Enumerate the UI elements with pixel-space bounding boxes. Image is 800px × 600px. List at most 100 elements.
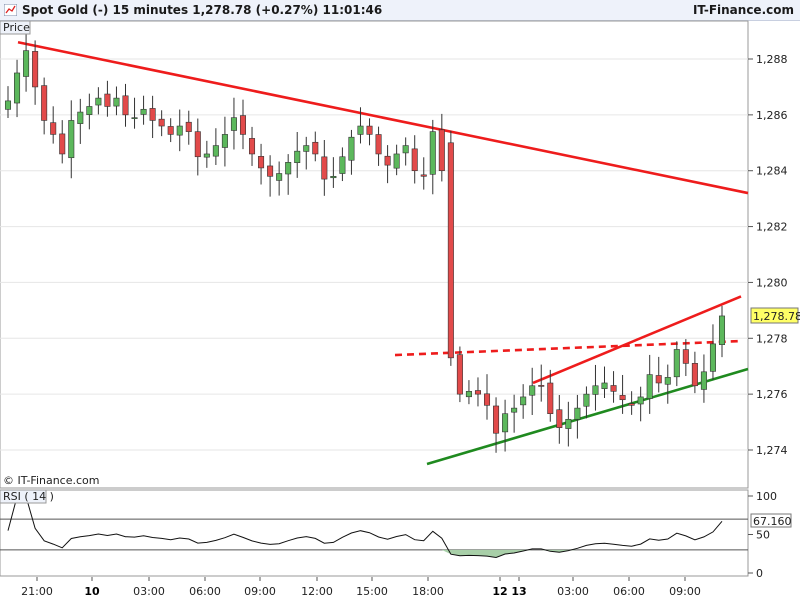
price-tick-label: 1,286: [756, 109, 788, 122]
candle-body: [131, 117, 138, 119]
candle-body: [384, 155, 391, 166]
candle-body: [77, 111, 84, 124]
x-tick-label: 06:00: [613, 585, 645, 598]
candle-body: [429, 131, 436, 175]
x-tick-label: 12:00: [301, 585, 333, 598]
x-tick-label: 13: [511, 585, 526, 598]
candle-body: [285, 162, 292, 175]
candle-body: [23, 50, 30, 77]
price-panel-label: Price: [3, 21, 30, 34]
candle-body: [167, 126, 174, 135]
candle-body: [140, 108, 147, 115]
x-tick-label: 03:00: [133, 585, 165, 598]
candle-body: [646, 374, 653, 399]
candle-body: [574, 407, 581, 420]
copyright: © IT-Finance.com: [3, 474, 100, 487]
rsi-panel-label: RSI ( 14 ): [3, 490, 54, 503]
candle-body: [565, 418, 572, 429]
candle-body: [637, 396, 644, 405]
price-y-axis: 1,288 1,286 1,284 1,282 1,280 1,278 1,276 1,274: [748, 53, 788, 457]
candle-body: [303, 145, 310, 152]
candle-body: [4, 100, 12, 110]
candle-body: [221, 134, 228, 148]
candle-body: [258, 156, 265, 169]
candle-body: [203, 153, 210, 158]
candle-body: [420, 174, 427, 177]
candle-body: [447, 142, 454, 359]
candle-body: [14, 72, 21, 104]
candle-body: [339, 156, 346, 174]
rsi-tick-label: 100: [756, 490, 777, 503]
candle-body: [113, 97, 120, 107]
candle-body: [583, 393, 590, 407]
candle-body: [249, 138, 256, 155]
price-tick-label: 1,278: [756, 332, 788, 345]
candle-body: [484, 393, 491, 406]
candle-body: [230, 117, 237, 131]
candle-body: [709, 343, 716, 372]
last-price-label: 1,278.78: [753, 310, 800, 323]
price-tick-label: 1,288: [756, 53, 788, 66]
candle-body: [682, 349, 689, 364]
candle-body: [393, 153, 400, 169]
candle-body: [50, 122, 57, 135]
candle-body: [68, 120, 75, 159]
price-plot-area[interactable]: [0, 20, 749, 489]
candle-body: [348, 136, 355, 161]
candle-body: [149, 108, 156, 121]
candle-body: [122, 95, 129, 116]
rsi-y-axis: 100 50 0: [748, 490, 777, 580]
x-tick-label: 06:00: [189, 585, 221, 598]
candle-body: [185, 121, 192, 132]
candle-body: [664, 377, 671, 385]
rsi-tick-label: 50: [756, 529, 770, 542]
candle-body: [718, 315, 726, 345]
candle-body: [520, 396, 527, 406]
candle-body: [366, 125, 373, 135]
candle-body: [673, 349, 680, 378]
x-tick-label: 21:00: [21, 585, 53, 598]
candle-body: [294, 150, 301, 164]
x-tick-label: 09:00: [244, 585, 276, 598]
candle-body: [456, 354, 463, 395]
candle-body: [95, 97, 102, 106]
price-tick-label: 1,280: [756, 276, 788, 289]
candle-body: [176, 125, 183, 136]
x-tick-label: 03:00: [557, 585, 589, 598]
price-tick-label: 1,276: [756, 388, 788, 401]
candle-body: [529, 385, 536, 396]
rsi-plot-area[interactable]: [0, 489, 749, 577]
x-tick-label: 15:00: [356, 585, 388, 598]
candle-body: [655, 375, 662, 384]
candle-body: [619, 395, 626, 401]
x-tick-label: 09:00: [669, 585, 701, 598]
candle-body: [628, 403, 635, 406]
candle: [456, 346, 463, 403]
price-tick-label: 1,282: [756, 221, 788, 234]
candle-body: [556, 409, 563, 428]
candle-body: [330, 176, 337, 179]
candle-body: [411, 148, 418, 172]
candle-body: [601, 382, 608, 389]
price-tick-label: 1,274: [756, 444, 788, 457]
candle-body: [610, 385, 617, 392]
candle-body: [194, 131, 201, 158]
candle-body: [402, 145, 409, 154]
candle-body: [59, 133, 66, 155]
x-tick-label: 18:00: [412, 585, 444, 598]
candle-body: [86, 106, 93, 115]
candle-body: [375, 134, 382, 155]
x-tick-label: 12: [492, 585, 507, 598]
candle-body: [158, 118, 165, 127]
price-tick-label: 1,284: [756, 165, 788, 178]
candle-body: [538, 385, 545, 387]
chart-canvas: 1,288 1,286 1,284 1,282 1,280 1,278 1,276 1,274…: [0, 20, 800, 598]
candle-body: [267, 165, 274, 177]
candle-body: [592, 385, 599, 395]
candle-body: [465, 391, 472, 398]
candle-body: [321, 156, 328, 180]
candle-body: [502, 413, 509, 433]
candle-body: [276, 173, 283, 181]
candle-body: [41, 85, 48, 121]
candle-body: [493, 405, 500, 434]
